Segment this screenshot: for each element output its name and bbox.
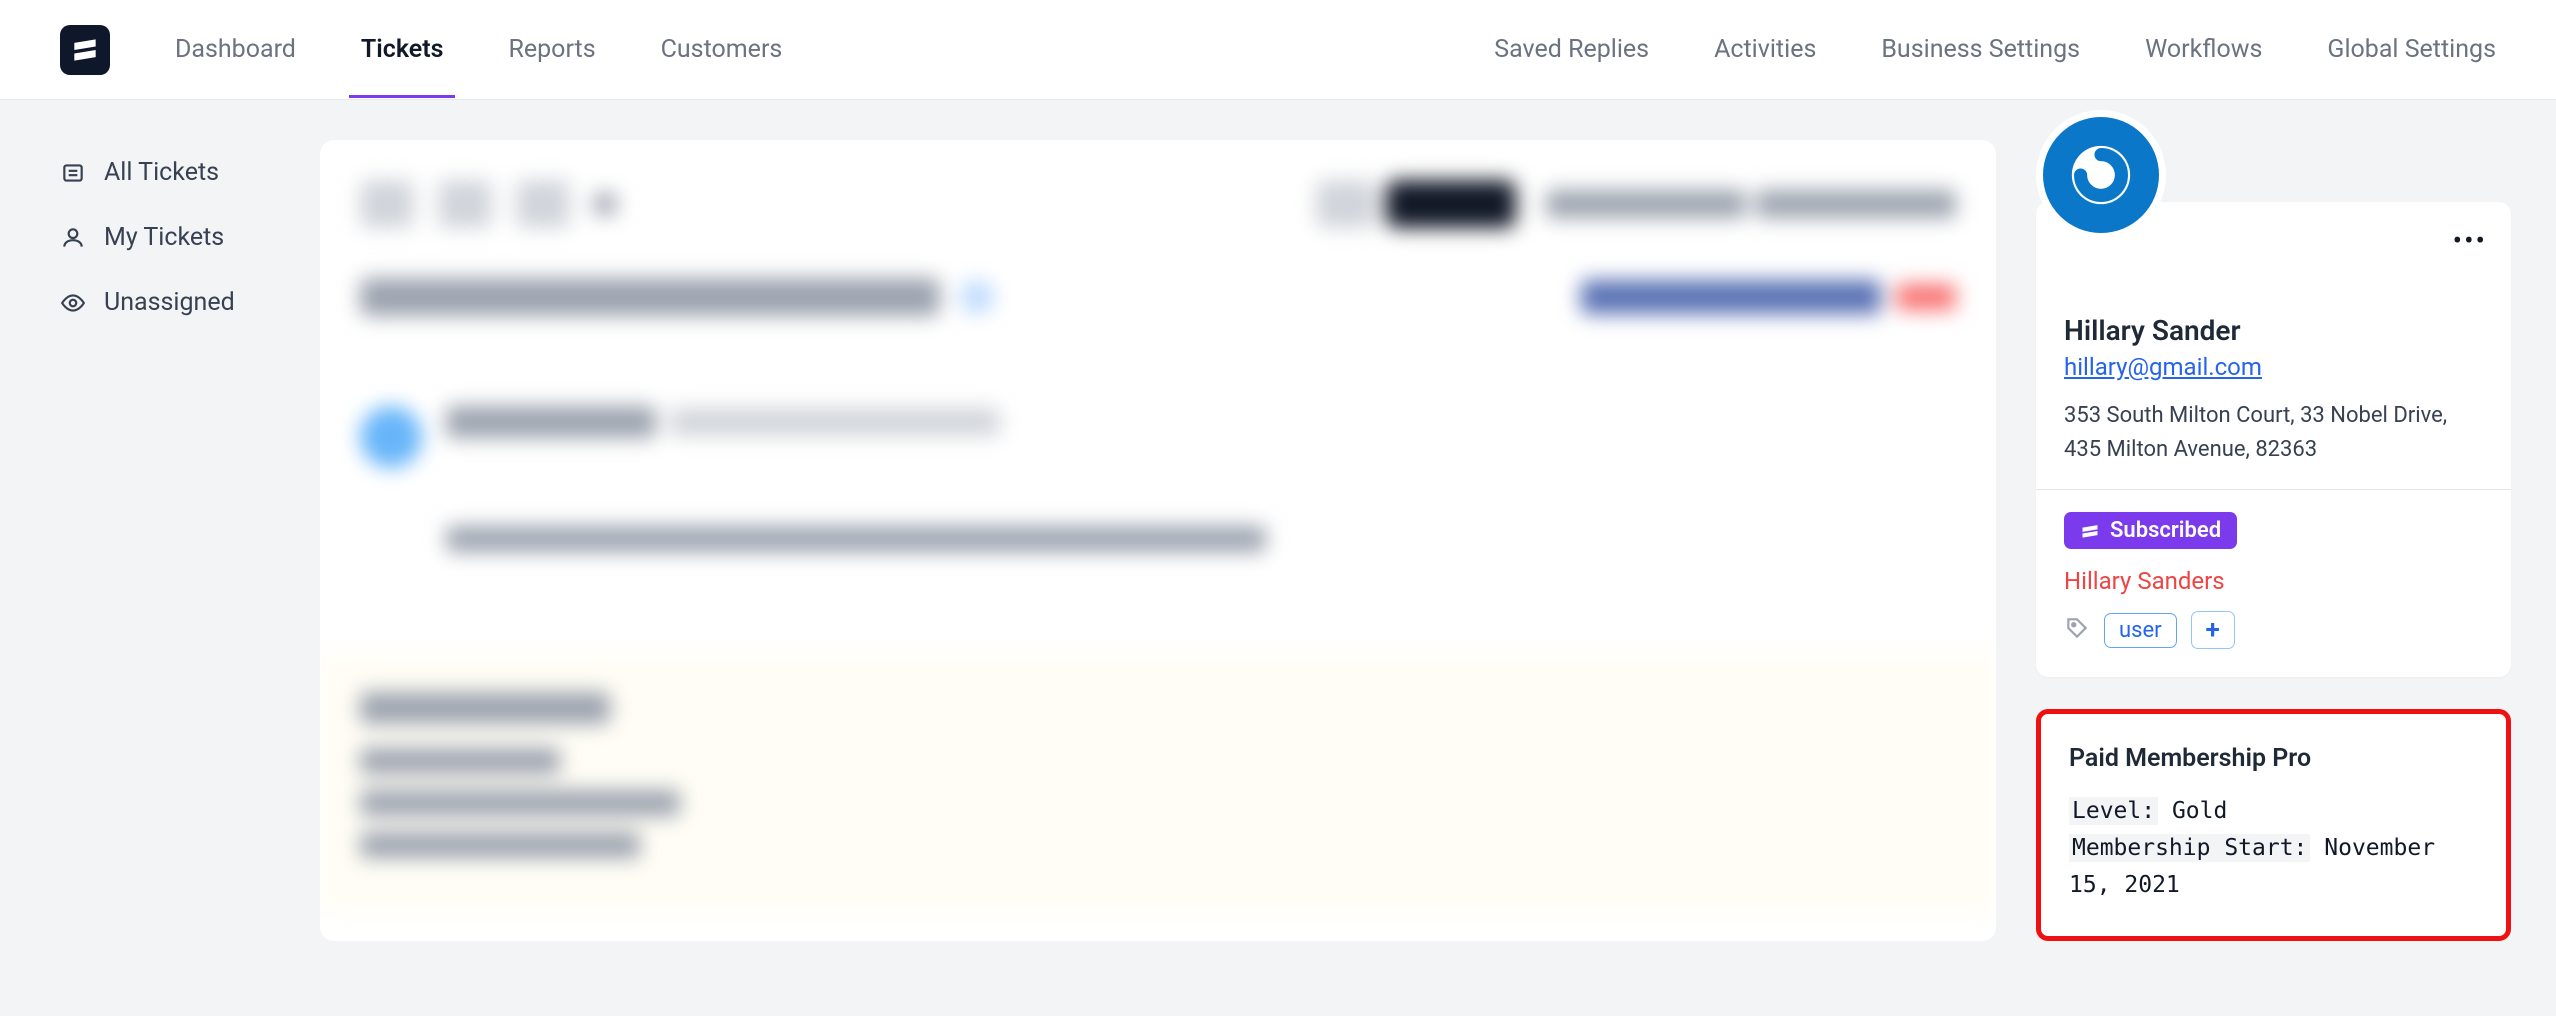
badge-icon (2080, 521, 2100, 541)
customer-email[interactable]: hillary@gmail.com (2064, 353, 2262, 381)
nav-customers[interactable]: Customers (661, 1, 783, 98)
nav-right-group: Saved Replies Activities Business Settin… (1494, 1, 2496, 98)
nav-saved-replies[interactable]: Saved Replies (1494, 1, 1649, 98)
content-area: All Tickets My Tickets Unassigned (0, 100, 2556, 941)
nav-reports[interactable]: Reports (508, 1, 595, 98)
subscribed-name: Hillary Sanders (2064, 567, 2483, 595)
list-icon (60, 160, 86, 186)
customer-address: 353 South Milton Court, 33 Nobel Drive, … (2064, 399, 2483, 467)
customer-name: Hillary Sander (2064, 314, 2483, 347)
eye-icon (60, 290, 86, 316)
customer-sidebar: ••• Hillary Sander hillary@gmail.com 353… (2036, 140, 2511, 941)
customer-avatar (2036, 110, 2166, 240)
ticket-main-panel (320, 140, 1996, 941)
app-logo[interactable] (60, 25, 110, 75)
blurred-content (360, 180, 1956, 874)
level-label: Level: (2069, 797, 2158, 825)
nav-tickets[interactable]: Tickets (361, 1, 444, 98)
more-icon[interactable]: ••• (2453, 224, 2487, 257)
card-divider (2036, 489, 2511, 490)
logo-icon (69, 34, 101, 66)
left-sidebar: All Tickets My Tickets Unassigned (60, 140, 280, 941)
customer-card: ••• Hillary Sander hillary@gmail.com 353… (2036, 202, 2511, 677)
top-nav: Dashboard Tickets Reports Customers Save… (0, 0, 2556, 100)
membership-start-label: Membership Start: (2069, 834, 2310, 862)
tag-icon (2064, 615, 2090, 645)
sidebar-label-unassigned: Unassigned (104, 288, 235, 317)
user-icon (60, 225, 86, 251)
sidebar-label-my: My Tickets (104, 223, 224, 252)
membership-title: Paid Membership Pro (2069, 744, 2478, 773)
nav-workflows[interactable]: Workflows (2145, 1, 2262, 98)
sidebar-my-tickets[interactable]: My Tickets (60, 205, 280, 270)
nav-business-settings[interactable]: Business Settings (1881, 1, 2080, 98)
tag-row: user + (2064, 611, 2483, 649)
sidebar-unassigned[interactable]: Unassigned (60, 270, 280, 335)
nav-dashboard[interactable]: Dashboard (175, 1, 296, 98)
tag-add-button[interactable]: + (2191, 611, 2235, 649)
subscribed-label: Subscribed (2110, 518, 2221, 543)
sidebar-all-tickets[interactable]: All Tickets (60, 140, 280, 205)
membership-details: Level: Gold Membership Start: November 1… (2069, 793, 2478, 903)
tag-user[interactable]: user (2104, 613, 2177, 648)
nav-global-settings[interactable]: Global Settings (2327, 1, 2496, 98)
sidebar-label-all: All Tickets (104, 158, 219, 187)
membership-card: Paid Membership Pro Level: Gold Membersh… (2036, 709, 2511, 940)
level-value: Gold (2172, 798, 2227, 824)
nav-activities[interactable]: Activities (1714, 1, 1816, 98)
subscribed-badge: Subscribed (2064, 512, 2237, 549)
gravatar-icon (2066, 140, 2136, 210)
nav-left-group: Dashboard Tickets Reports Customers (175, 1, 782, 98)
